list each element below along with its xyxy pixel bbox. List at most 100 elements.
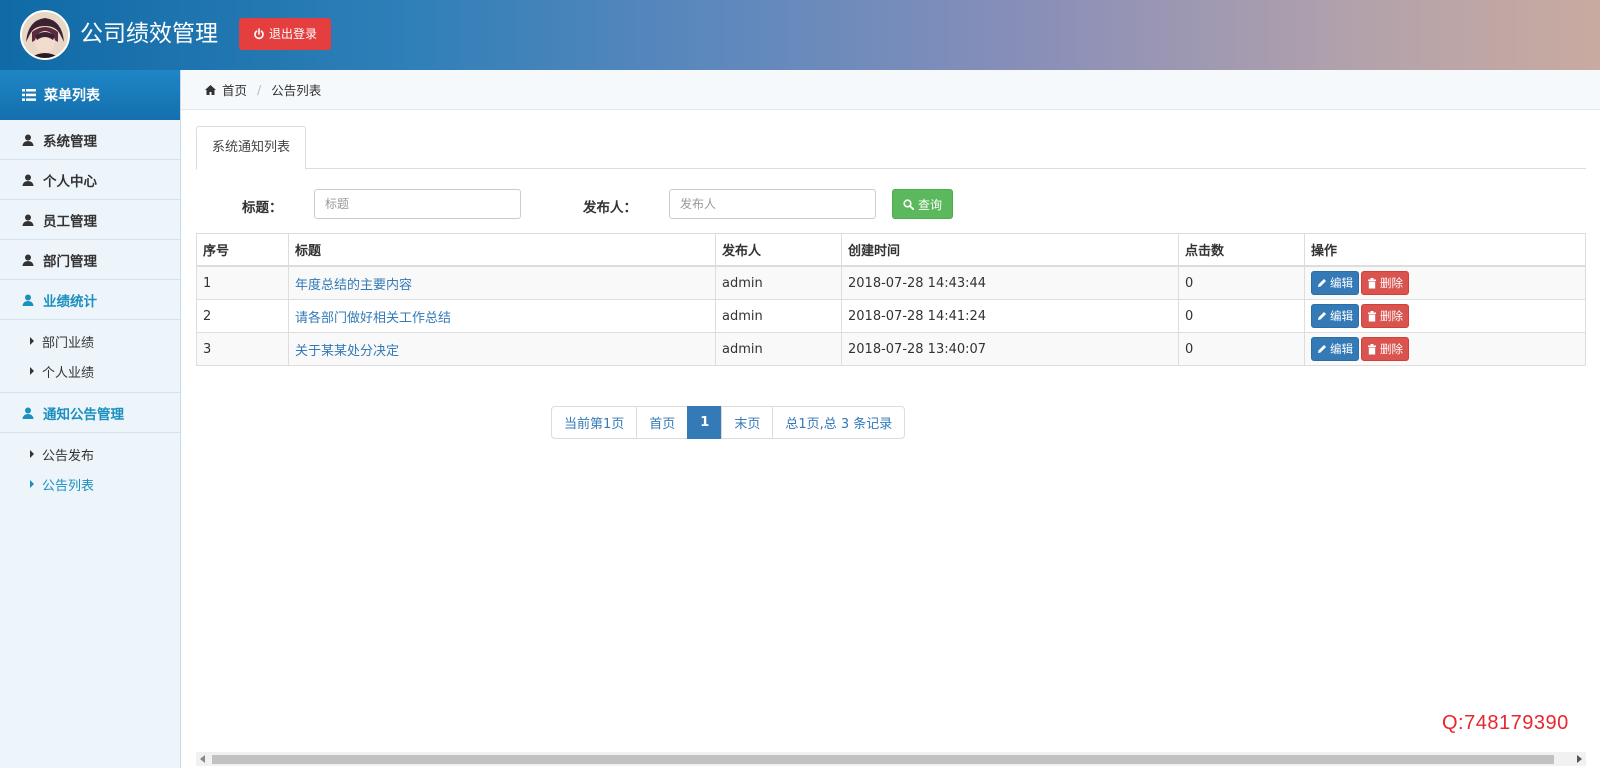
sidebar-item-departments[interactable]: 部门管理 — [0, 240, 180, 280]
home-icon — [205, 84, 216, 95]
notices-submenu: 公告发布 公告列表 — [0, 433, 180, 505]
actions-cell: 编辑 删除 — [1304, 265, 1586, 300]
delete-label: 删除 — [1380, 309, 1403, 323]
sidebar-item-employees[interactable]: 员工管理 — [0, 200, 180, 240]
sidebar-subitem-notice-publish[interactable]: 公告发布 — [0, 439, 180, 469]
sidebar-item-label: 部门管理 — [43, 253, 97, 270]
avatar[interactable] — [20, 10, 70, 60]
sidebar-subitem-label: 部门业绩 — [42, 335, 95, 351]
pagination: 当前第1页 首页 1 末页 总1页,总 3 条记录 — [551, 406, 906, 439]
click-count-cell: 0 — [1178, 265, 1305, 300]
edit-button[interactable]: 编辑 — [1311, 337, 1359, 361]
row-number: 1 — [196, 265, 289, 300]
notice-title-link[interactable]: 年度总结的主要内容 — [295, 278, 412, 293]
created-time-cell: 2018-07-28 13:40:07 — [841, 332, 1179, 366]
pencil-icon — [1318, 279, 1326, 287]
sidebar-subitem-notice-list[interactable]: 公告列表 — [0, 469, 180, 499]
tab-notice-list[interactable]: 系统通知列表 — [196, 126, 307, 170]
logout-button[interactable]: 退出登录 — [239, 18, 332, 50]
sidebar-item-notices[interactable]: 通知公告管理 — [0, 393, 180, 433]
actions-cell: 编辑 删除 — [1304, 299, 1586, 333]
column-header: 序号 — [196, 233, 289, 267]
user-icon — [22, 214, 34, 226]
column-header: 标题 — [288, 233, 716, 267]
column-header: 点击数 — [1178, 233, 1305, 267]
query-button[interactable]: 查询 — [892, 189, 953, 219]
click-count-cell: 0 — [1178, 332, 1305, 366]
top-header: 公司绩效管理 退出登录 — [0, 0, 1600, 70]
sidebar-subitem-dept-performance[interactable]: 部门业绩 — [0, 326, 180, 356]
created-time-cell: 2018-07-28 14:41:24 — [841, 299, 1179, 333]
user-icon — [22, 294, 34, 306]
edit-label: 编辑 — [1330, 309, 1353, 323]
caret-right-icon — [30, 450, 34, 458]
app-title: 公司绩效管理 — [80, 21, 218, 47]
user-icon — [22, 134, 34, 146]
edit-label: 编辑 — [1330, 276, 1353, 290]
trash-icon — [1368, 343, 1376, 354]
power-icon — [254, 28, 264, 40]
publisher-search-label: 发布人： — [583, 200, 637, 216]
sidebar-subitem-personal-performance[interactable]: 个人业绩 — [0, 356, 180, 386]
delete-button[interactable]: 删除 — [1361, 271, 1409, 295]
publisher-cell: admin — [715, 332, 842, 366]
sidebar-item-performance[interactable]: 业绩统计 — [0, 280, 180, 320]
actions-cell: 编辑 删除 — [1304, 332, 1586, 366]
sidebar-subitem-label: 公告发布 — [42, 448, 95, 464]
row-number: 3 — [196, 332, 289, 366]
pencil-icon — [1318, 345, 1326, 353]
scroll-right-icon[interactable] — [1576, 755, 1582, 763]
pagination-page-1[interactable]: 1 — [687, 406, 723, 439]
edit-button[interactable]: 编辑 — [1311, 271, 1359, 295]
performance-submenu: 部门业绩 个人业绩 — [0, 320, 180, 393]
column-header: 创建时间 — [841, 233, 1179, 267]
notice-table: 序号 标题 发布人 创建时间 点击数 操作 1 年度总结的主要内容 admin … — [196, 233, 1586, 366]
edit-label: 编辑 — [1330, 342, 1353, 356]
publisher-cell: admin — [715, 265, 842, 300]
created-time-cell: 2018-07-28 14:43:44 — [841, 265, 1179, 300]
table-row: 1 年度总结的主要内容 admin 2018-07-28 14:43:44 0 … — [196, 265, 1586, 300]
caret-right-icon — [30, 337, 34, 345]
publisher-cell: admin — [715, 299, 842, 333]
breadcrumb-separator: / — [257, 82, 262, 97]
title-search-label: 标题： — [242, 200, 283, 216]
user-icon — [22, 254, 34, 266]
list-icon — [22, 89, 36, 101]
pagination-last[interactable]: 末页 — [721, 406, 774, 439]
sidebar-item-label: 业绩统计 — [43, 293, 97, 310]
sidebar-item-label: 通知公告管理 — [43, 406, 124, 423]
sidebar-subitem-label: 公告列表 — [42, 478, 95, 494]
title-search-input[interactable] — [314, 189, 521, 219]
breadcrumb-home[interactable]: 首页 — [222, 80, 247, 99]
column-header: 操作 — [1304, 233, 1586, 267]
query-label: 查询 — [917, 197, 942, 212]
search-icon — [903, 198, 914, 210]
delete-label: 删除 — [1380, 342, 1403, 356]
pencil-icon — [1318, 312, 1326, 320]
table-row: 2 请各部门做好相关工作总结 admin 2018-07-28 14:41:24… — [196, 299, 1586, 333]
row-number: 2 — [196, 299, 289, 333]
sidebar-subitem-label: 个人业绩 — [42, 365, 95, 381]
breadcrumb-current: 公告列表 — [271, 83, 322, 98]
sidebar-item-system[interactable]: 系统管理 — [0, 120, 180, 160]
scroll-left-icon[interactable] — [200, 755, 206, 763]
breadcrumb: 首页 / 公告列表 — [181, 70, 1600, 110]
pagination-first[interactable]: 首页 — [636, 406, 689, 439]
notice-title-link[interactable]: 关于某某处分决定 — [295, 344, 399, 359]
delete-button[interactable]: 删除 — [1361, 304, 1409, 328]
scrollbar-thumb[interactable] — [212, 755, 1554, 764]
notice-title-link[interactable]: 请各部门做好相关工作总结 — [295, 311, 451, 326]
table-header-row: 序号 标题 发布人 创建时间 点击数 操作 — [196, 233, 1586, 267]
trash-icon — [1368, 310, 1376, 321]
user-icon — [22, 174, 34, 186]
edit-button[interactable]: 编辑 — [1311, 304, 1359, 328]
menu-header: 菜单列表 — [0, 70, 180, 120]
menu-title: 菜单列表 — [44, 88, 100, 104]
horizontal-scrollbar[interactable] — [196, 752, 1586, 766]
delete-button[interactable]: 删除 — [1361, 337, 1409, 361]
pagination-current-info: 当前第1页 — [551, 406, 638, 439]
pagination-summary: 总1页,总 3 条记录 — [772, 406, 906, 439]
sidebar-item-profile[interactable]: 个人中心 — [0, 160, 180, 200]
publisher-search-input[interactable] — [669, 189, 876, 219]
delete-label: 删除 — [1380, 276, 1403, 290]
